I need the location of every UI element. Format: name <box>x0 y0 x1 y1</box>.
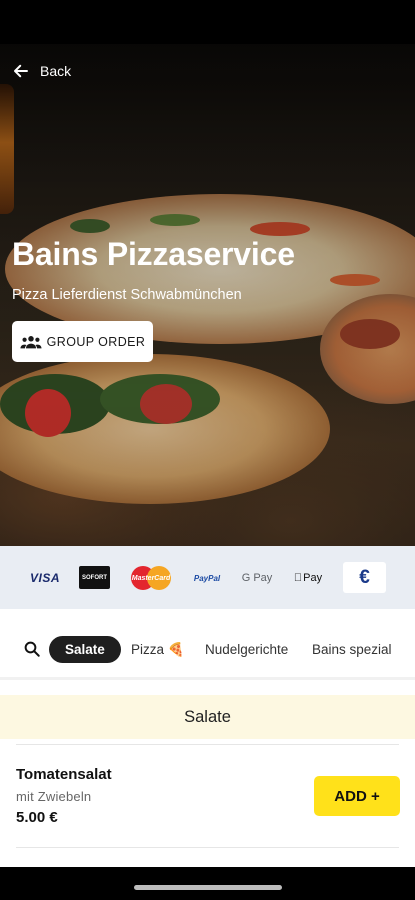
paypal-icon: PayPal <box>193 573 221 583</box>
search-icon[interactable] <box>23 640 41 658</box>
divider <box>16 744 399 745</box>
restaurant-subtitle: Pizza Lieferdienst Schwabmünchen <box>12 287 242 303</box>
restaurant-name: Bains Pizzaservice <box>12 236 295 272</box>
item-description: mit Zwiebeln <box>16 789 92 804</box>
group-icon <box>20 335 42 348</box>
group-order-label: GROUP ORDER <box>46 334 146 349</box>
mastercard-icon: MasterCard <box>130 566 172 590</box>
visa-icon: VISA <box>29 571 60 585</box>
item-name: Tomatensalat <box>16 766 112 783</box>
section-header: Salate <box>0 695 415 739</box>
euro-cash-icon: € <box>343 562 386 593</box>
back-label: Back <box>40 63 72 79</box>
arrow-left-icon <box>14 64 28 78</box>
group-order-button[interactable]: GROUP ORDER <box>12 321 153 362</box>
back-button[interactable]: Back <box>12 62 71 80</box>
section-title: Salate <box>184 707 231 726</box>
google-pay-icon: G Pay <box>241 572 273 584</box>
home-indicator[interactable] <box>134 885 282 890</box>
sofort-icon: SOFORT <box>79 566 110 589</box>
tab-salate[interactable]: Salate <box>49 636 121 663</box>
system-navigation-bar <box>0 867 415 900</box>
add-button[interactable]: ADD + <box>314 776 400 816</box>
apple-pay-icon: Pay <box>294 572 322 584</box>
tab-nudelgerichte[interactable]: Nudelgerichte <box>205 636 288 663</box>
status-bar <box>0 0 415 44</box>
item-price: 5.00 € <box>16 809 58 826</box>
tab-pizza[interactable]: Pizza 🍕 <box>131 636 185 663</box>
category-bar-divider <box>0 677 415 680</box>
divider <box>16 847 399 848</box>
tab-bains-spezial[interactable]: Bains spezial <box>312 636 392 663</box>
